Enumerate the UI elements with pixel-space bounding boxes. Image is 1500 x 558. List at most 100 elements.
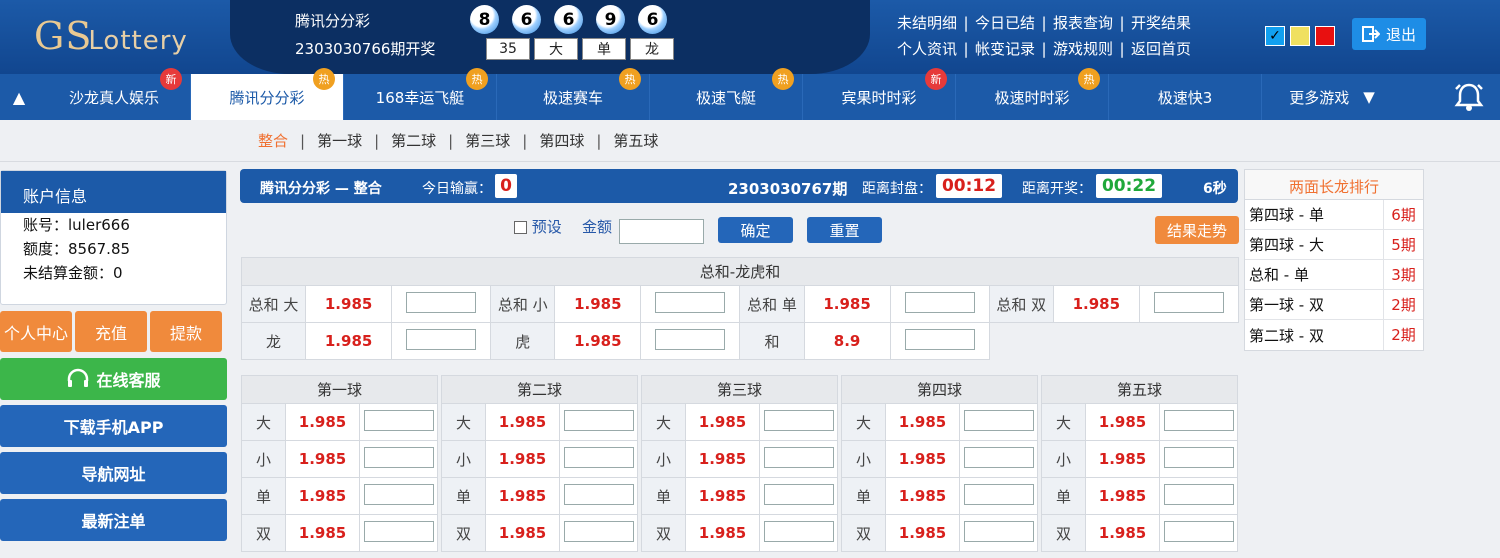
bet-amount-input[interactable] [563,409,634,431]
link-settled-today[interactable]: 今日已结 [974,10,1036,36]
alarm-bell-icon[interactable] [1452,80,1486,121]
tab-game[interactable]: 极速快3 [1109,74,1262,120]
odds-value[interactable]: 1.985 [685,440,760,478]
preset-checkbox[interactable] [514,221,527,234]
tab-game[interactable]: 极速赛车热 [497,68,650,120]
link-reports[interactable]: 报表查询 [1052,10,1114,36]
bet-amount-input[interactable] [1153,291,1224,313]
bet-amount-input[interactable] [1163,409,1234,431]
link-personal-info[interactable]: 个人资讯 [896,36,958,62]
odds-value[interactable]: 1.985 [685,514,760,552]
theme-red[interactable] [1315,26,1335,46]
odds-value[interactable]: 1.985 [285,440,360,478]
tab-game[interactable]: 沙龙真人娱乐新 [38,68,191,120]
odds-value[interactable]: 1.985 [803,285,891,323]
odds-value[interactable]: 1.985 [1052,285,1140,323]
reset-button[interactable]: 重置 [807,217,882,243]
odds-value[interactable]: 8.9 [803,322,891,360]
bet-amount-input[interactable] [1163,483,1234,505]
odds-value[interactable]: 1.985 [1085,514,1160,552]
bet-amount-input[interactable] [963,446,1034,468]
tab-game[interactable]: 168幸运飞艇热 [344,68,497,120]
subtab-ball-5[interactable]: 第五球 [609,130,662,151]
bet-amount-input[interactable] [763,520,834,542]
link-unsettled[interactable]: 未结明细 [896,10,958,36]
odds-value[interactable]: 1.985 [305,285,393,323]
logout-button[interactable]: 退出 [1352,18,1426,50]
subtab-ball-4[interactable]: 第四球 [535,130,588,151]
tab-game[interactable]: 极速时时彩热 [956,68,1109,120]
bet-amount-input[interactable] [406,328,477,350]
odds-value[interactable]: 1.985 [685,477,760,515]
link-home[interactable]: 返回首页 [1130,36,1192,62]
odds-value[interactable]: 1.985 [285,403,360,441]
bet-amount-input[interactable] [363,409,434,431]
odds-value[interactable]: 1.985 [885,514,960,552]
amount-input[interactable] [619,219,704,244]
bet-amount-input[interactable] [904,291,975,313]
preset-control[interactable]: 预设 [514,216,562,237]
download-app-button[interactable]: 下载手机APP [0,405,227,447]
bet-amount-input[interactable] [1163,520,1234,542]
link-game-rules[interactable]: 游戏规则 [1052,36,1114,62]
odds-value[interactable]: 1.985 [1085,403,1160,441]
tab-game-active[interactable]: 腾讯分分彩热 [191,68,344,120]
empty-cell [989,322,1239,360]
bet-amount-input[interactable] [763,409,834,431]
result-ball: 6 [554,5,583,34]
bet-amount-input[interactable] [655,328,726,350]
bet-label: 双 [1041,514,1086,552]
bet-amount-input[interactable] [363,483,434,505]
odds-value[interactable]: 1.985 [554,285,642,323]
bet-amount-input[interactable] [963,483,1034,505]
bet-amount-input[interactable] [904,328,975,350]
bet-amount-input[interactable] [563,446,634,468]
subtab-ball-2[interactable]: 第二球 [387,130,440,151]
odds-value[interactable]: 1.985 [1085,440,1160,478]
link-account-changes[interactable]: 帐变记录 [974,36,1036,62]
odds-value[interactable]: 1.985 [485,403,560,441]
bet-amount-input[interactable] [763,483,834,505]
withdraw-button[interactable]: 提款 [150,311,222,352]
tab-game[interactable]: 极速飞艇热 [650,68,803,120]
online-service-button[interactable]: 在线客服 [0,358,227,400]
subtab-combined[interactable]: 整合 [254,130,292,151]
theme-yellow[interactable] [1290,26,1310,46]
theme-blue-checkbox[interactable]: ✓ [1265,26,1285,46]
odds-value[interactable]: 1.985 [554,322,642,360]
bet-amount-input[interactable] [363,520,434,542]
personal-center-button[interactable]: 个人中心 [0,311,72,352]
bet-amount-input[interactable] [963,409,1034,431]
bet-amount-input[interactable] [963,520,1034,542]
odds-value[interactable]: 1.985 [485,477,560,515]
confirm-button[interactable]: 确定 [718,217,793,243]
subtab-ball-3[interactable]: 第三球 [461,130,514,151]
odds-value[interactable]: 1.985 [285,514,360,552]
bet-amount-input[interactable] [1163,446,1234,468]
latest-bets-button[interactable]: 最新注单 [0,499,227,541]
odds-value[interactable]: 1.985 [485,514,560,552]
logo[interactable]: GSLottery [34,14,188,58]
subtab-ball-1[interactable]: 第一球 [313,130,366,151]
bet-amount-input[interactable] [563,483,634,505]
bet-amount-input[interactable] [406,291,477,313]
bet-amount-input[interactable] [363,446,434,468]
recharge-button[interactable]: 充值 [75,311,147,352]
odds-value[interactable]: 1.985 [285,477,360,515]
collapse-arrow-icon[interactable]: ▲ [0,74,38,120]
bet-amount-input[interactable] [563,520,634,542]
bet-amount-input[interactable] [655,291,726,313]
bet-amount-input[interactable] [763,446,834,468]
odds-value[interactable]: 1.985 [885,440,960,478]
odds-value[interactable]: 1.985 [885,477,960,515]
result-trend-button[interactable]: 结果走势 [1155,216,1239,244]
more-games-button[interactable]: 更多游戏 ▼ [1262,74,1402,120]
odds-value[interactable]: 1.985 [685,403,760,441]
navigation-url-button[interactable]: 导航网址 [0,452,227,494]
link-draw-results[interactable]: 开奖结果 [1130,10,1192,36]
odds-value[interactable]: 1.985 [305,322,393,360]
tab-game[interactable]: 宾果时时彩新 [803,68,956,120]
odds-value[interactable]: 1.985 [1085,477,1160,515]
odds-value[interactable]: 1.985 [485,440,560,478]
odds-value[interactable]: 1.985 [885,403,960,441]
